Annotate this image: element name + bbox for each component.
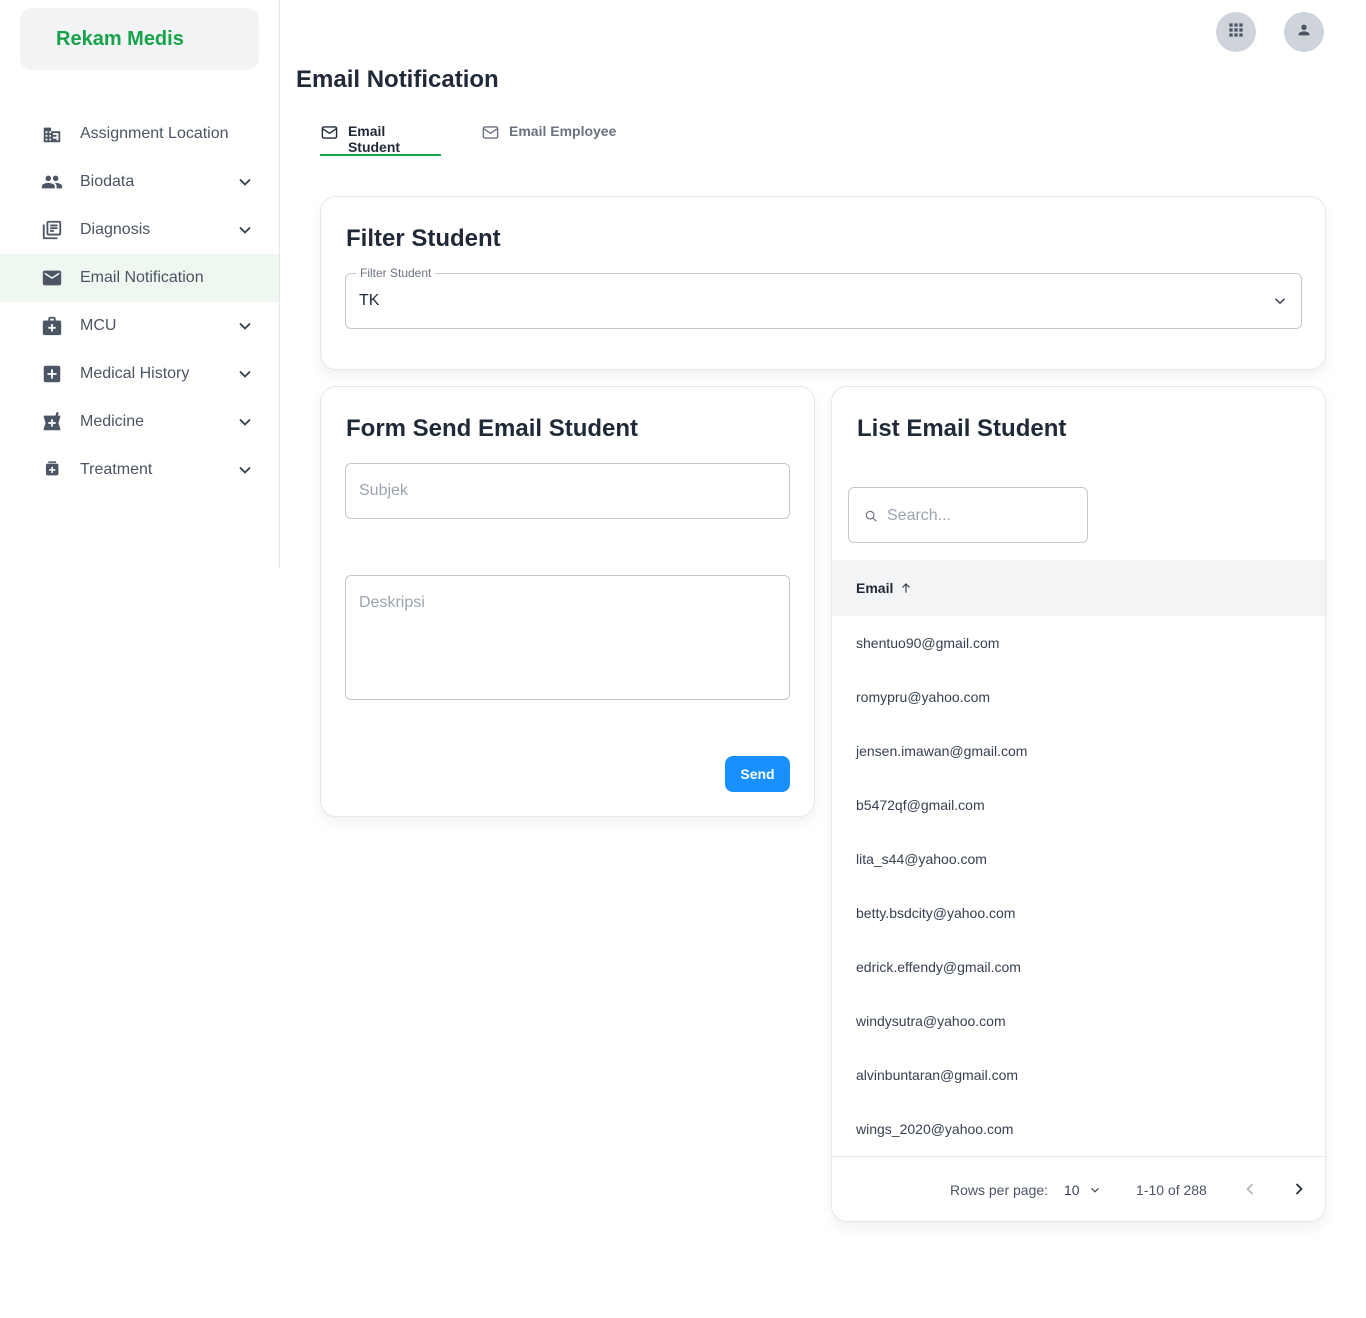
rows-per-page-label: Rows per page:: [950, 1182, 1049, 1198]
table-pagination: Rows per page: 10 1-10 of 288: [832, 1156, 1325, 1221]
medication-icon: [40, 458, 64, 482]
brand-title: Rekam Medis: [56, 27, 184, 50]
email-list: shentuo90@gmail.com romypru@yahoo.com je…: [832, 616, 1325, 1156]
sidebar-item-medical-history[interactable]: Medical History: [0, 350, 279, 398]
page-title: Email Notification: [296, 66, 499, 93]
next-page-button[interactable]: [1289, 1179, 1309, 1199]
sidebar-item-biodata[interactable]: Biodata: [0, 158, 279, 206]
table-row[interactable]: jensen.imawan@gmail.com: [832, 724, 1325, 778]
filter-student-select[interactable]: Filter Student TK: [345, 266, 1302, 329]
sidebar-item-label: Diagnosis: [80, 221, 151, 238]
brand-logo[interactable]: Rekam Medis: [20, 8, 259, 70]
rows-per-page-select[interactable]: 10: [1064, 1182, 1102, 1198]
table-row[interactable]: lita_s44@yahoo.com: [832, 832, 1325, 886]
chevron-left-icon: [1246, 1183, 1254, 1195]
description-placeholder: Deskripsi: [359, 594, 425, 611]
user-menu-button[interactable]: [1284, 12, 1324, 52]
rows-per-page-value: 10: [1064, 1182, 1080, 1198]
tab-label: Email Student: [347, 123, 401, 155]
chevron-down-icon: [235, 220, 255, 240]
table-row[interactable]: windysutra@yahoo.com: [832, 994, 1325, 1048]
chevron-down-icon: [235, 316, 255, 336]
sidebar-item-label: Medicine: [80, 413, 145, 430]
chevron-down-icon: [1090, 1187, 1099, 1193]
tab-email-employee[interactable]: Email Employee: [481, 116, 621, 156]
chevron-right-icon: [1295, 1183, 1303, 1195]
filter-student-label: Filter Student: [356, 266, 436, 280]
email-column-header[interactable]: Email: [832, 560, 1325, 616]
sidebar-nav: Assignment Location Biodata Diagnosis Em…: [0, 110, 279, 494]
user-icon: [1296, 22, 1312, 43]
filter-card-title: Filter Student: [346, 225, 501, 252]
chevron-down-icon: [235, 172, 255, 192]
description-textarea[interactable]: Deskripsi: [345, 575, 790, 700]
sidebar-item-medicine[interactable]: Medicine: [0, 398, 279, 446]
subject-input[interactable]: Subjek: [345, 463, 790, 519]
chevron-down-icon: [235, 364, 255, 384]
sidebar-item-label: Biodata: [80, 173, 135, 190]
envelope-icon: [482, 126, 499, 139]
table-row[interactable]: betty.bsdcity@yahoo.com: [832, 886, 1325, 940]
chevron-down-icon: [235, 460, 255, 480]
pagination-range: 1-10 of 288: [1136, 1182, 1207, 1198]
table-row[interactable]: edrick.effendy@gmail.com: [832, 940, 1325, 994]
table-row[interactable]: alvinbuntaran@gmail.com: [832, 1048, 1325, 1102]
chevron-down-icon: [235, 412, 255, 432]
grid-apps-icon: [1226, 20, 1246, 45]
sidebar-item-label: Treatment: [80, 461, 153, 478]
filter-card: Filter Student Filter Student TK: [320, 196, 1326, 370]
sidebar-item-label: Email Notification: [80, 269, 204, 286]
search-input[interactable]: Search...: [848, 487, 1088, 543]
table-row[interactable]: b5472qf@gmail.com: [832, 778, 1325, 832]
sidebar-item-label: Medical History: [80, 365, 190, 382]
search-icon: [865, 510, 877, 522]
list-card-title: List Email Student: [857, 415, 1067, 442]
chevron-down-icon: [1271, 292, 1289, 310]
table-row[interactable]: wings_2020@yahoo.com: [832, 1102, 1325, 1156]
arrow-up-icon: [902, 583, 911, 593]
column-header-label: Email: [856, 580, 894, 596]
building-icon: [40, 122, 64, 146]
sidebar-item-email-notification[interactable]: Email Notification: [0, 254, 279, 302]
medicine-icon: [40, 410, 64, 434]
filter-student-value: TK: [359, 292, 380, 309]
search-placeholder: Search...: [887, 507, 952, 524]
mail-icon: [40, 266, 64, 290]
sidebar-item-label: Assignment Location: [80, 125, 229, 142]
sidebar-item-mcu[interactable]: MCU: [0, 302, 279, 350]
subject-placeholder: Subjek: [359, 482, 408, 499]
table-row[interactable]: shentuo90@gmail.com: [832, 616, 1325, 670]
sidebar-item-assignment-location[interactable]: Assignment Location: [0, 110, 279, 158]
send-button[interactable]: Send: [725, 756, 790, 792]
envelope-icon: [321, 126, 338, 139]
sidebar-item-label: MCU: [80, 317, 117, 334]
tab-email-student[interactable]: Email Student: [320, 116, 441, 156]
people-icon: [40, 170, 64, 194]
document-list-icon: [40, 218, 64, 242]
medical-cross-icon: [40, 362, 64, 386]
sidebar-item-treatment[interactable]: Treatment: [0, 446, 279, 494]
sidebar: Rekam Medis Assignment Location Biodata …: [0, 0, 280, 568]
medical-bag-icon: [40, 314, 64, 338]
tab-label: Email Employee: [509, 123, 617, 139]
table-row[interactable]: romypru@yahoo.com: [832, 670, 1325, 724]
previous-page-button[interactable]: [1240, 1179, 1260, 1199]
apps-button[interactable]: [1216, 12, 1256, 52]
sidebar-item-diagnosis[interactable]: Diagnosis: [0, 206, 279, 254]
form-card-title: Form Send Email Student: [346, 415, 639, 442]
